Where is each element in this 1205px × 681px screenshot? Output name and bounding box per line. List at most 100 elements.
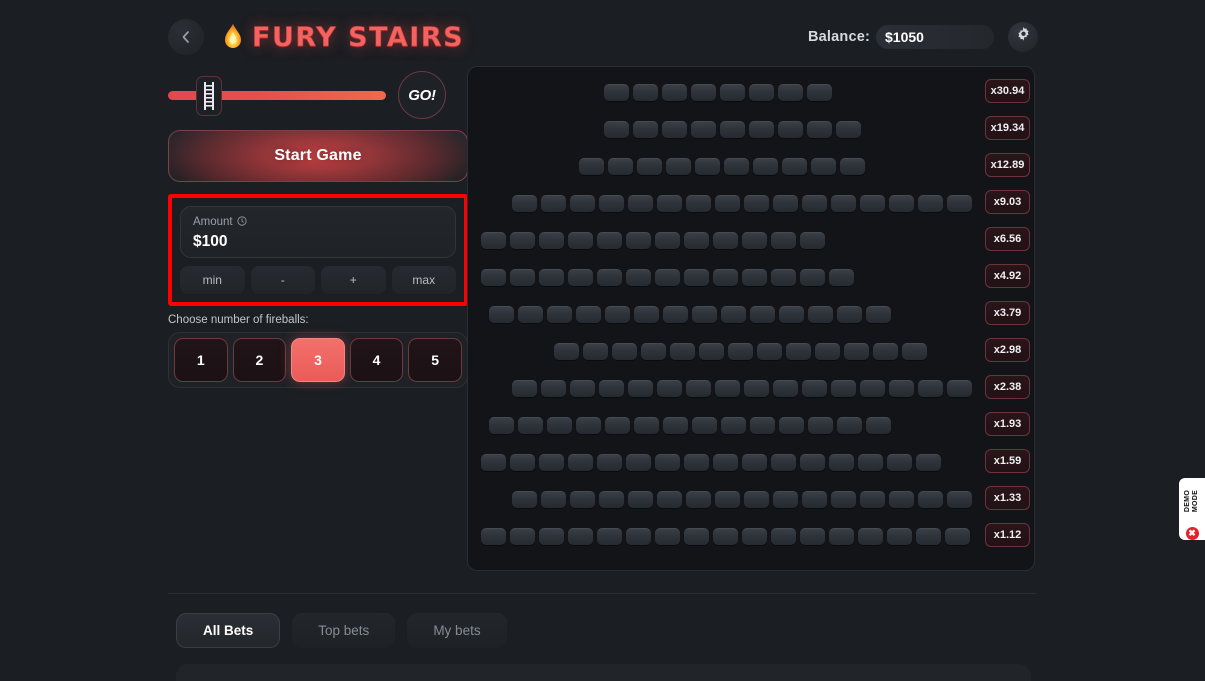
stair-tile[interactable] <box>670 342 695 360</box>
stair-tile[interactable] <box>779 305 804 323</box>
stair-tile[interactable] <box>860 194 885 212</box>
stair-tile[interactable] <box>510 268 535 286</box>
stair-tile[interactable] <box>518 305 543 323</box>
stair-tile[interactable] <box>947 379 972 397</box>
amount-min-button[interactable]: min <box>180 266 245 294</box>
stair-tile[interactable] <box>599 379 624 397</box>
stair-tile[interactable] <box>807 83 832 101</box>
stair-tile[interactable] <box>831 194 856 212</box>
stair-tile[interactable] <box>918 194 943 212</box>
stair-tile[interactable] <box>724 157 749 175</box>
stair-tile[interactable] <box>771 453 796 471</box>
stair-tile[interactable] <box>802 379 827 397</box>
stair-tile[interactable] <box>628 194 653 212</box>
stair-tile[interactable] <box>715 194 740 212</box>
stair-tile[interactable] <box>634 305 659 323</box>
amount-increment-button[interactable]: + <box>321 266 386 294</box>
stair-tile[interactable] <box>568 453 593 471</box>
stair-tile[interactable] <box>742 527 767 545</box>
stair-tile[interactable] <box>570 379 595 397</box>
stair-tile[interactable] <box>742 268 767 286</box>
bets-tab-all-bets[interactable]: All Bets <box>176 613 281 648</box>
stair-tile[interactable] <box>840 157 865 175</box>
stair-tile[interactable] <box>800 453 825 471</box>
stair-tile[interactable] <box>628 379 653 397</box>
stair-tile[interactable] <box>858 527 883 545</box>
stair-tile[interactable] <box>715 490 740 508</box>
stair-tile[interactable] <box>744 490 769 508</box>
stair-tile[interactable] <box>662 120 687 138</box>
stair-tile[interactable] <box>568 231 593 249</box>
bets-tab-my-bets[interactable]: My bets <box>407 613 507 648</box>
stair-tile[interactable] <box>889 194 914 212</box>
stair-tile[interactable] <box>837 305 862 323</box>
stair-tile[interactable] <box>889 379 914 397</box>
stair-tile[interactable] <box>539 231 564 249</box>
stair-tile[interactable] <box>720 83 745 101</box>
stair-tile[interactable] <box>744 379 769 397</box>
stair-tile[interactable] <box>800 527 825 545</box>
stair-tile[interactable] <box>945 527 970 545</box>
stair-tile[interactable] <box>684 268 709 286</box>
stair-tile[interactable] <box>786 342 811 360</box>
stair-tile[interactable] <box>626 268 651 286</box>
stair-tile[interactable] <box>831 490 856 508</box>
stair-tile[interactable] <box>778 83 803 101</box>
stair-tile[interactable] <box>889 490 914 508</box>
stair-tile[interactable] <box>773 490 798 508</box>
stair-tile[interactable] <box>918 490 943 508</box>
demo-mode-badge[interactable]: DEMO MODE ✖ <box>1179 478 1205 540</box>
stair-tile[interactable] <box>684 453 709 471</box>
stair-tile[interactable] <box>541 490 566 508</box>
fireball-option-5[interactable]: 5 <box>408 338 462 382</box>
stair-tile[interactable] <box>692 305 717 323</box>
fireball-option-2[interactable]: 2 <box>232 338 287 382</box>
stair-tile[interactable] <box>866 416 891 434</box>
stair-tile[interactable] <box>510 527 535 545</box>
stair-tile[interactable] <box>684 527 709 545</box>
fireball-option-4[interactable]: 4 <box>349 338 404 382</box>
stair-tile[interactable] <box>512 379 537 397</box>
stair-tile[interactable] <box>699 342 724 360</box>
stair-tile[interactable] <box>742 231 767 249</box>
stair-tile[interactable] <box>750 416 775 434</box>
stair-tile[interactable] <box>844 342 869 360</box>
stair-tile[interactable] <box>771 527 796 545</box>
stair-tile[interactable] <box>539 453 564 471</box>
stair-tile[interactable] <box>576 416 601 434</box>
stair-tile[interactable] <box>713 231 738 249</box>
stair-tile[interactable] <box>605 416 630 434</box>
stair-tile[interactable] <box>579 157 604 175</box>
stair-tile[interactable] <box>512 490 537 508</box>
stair-tile[interactable] <box>547 416 572 434</box>
stair-tile[interactable] <box>858 453 883 471</box>
stair-tile[interactable] <box>947 490 972 508</box>
stair-tile[interactable] <box>918 379 943 397</box>
stair-tile[interactable] <box>713 527 738 545</box>
stair-tile[interactable] <box>655 231 680 249</box>
stair-tile[interactable] <box>657 490 682 508</box>
stair-tile[interactable] <box>489 305 514 323</box>
go-button[interactable]: GO! <box>398 71 446 119</box>
bet-slider[interactable] <box>168 70 386 120</box>
stair-tile[interactable] <box>773 194 798 212</box>
stair-tile[interactable] <box>655 268 680 286</box>
stair-tile[interactable] <box>633 120 658 138</box>
settings-button[interactable] <box>1008 22 1038 52</box>
stair-tile[interactable] <box>583 342 608 360</box>
stair-tile[interactable] <box>836 120 861 138</box>
stair-tile[interactable] <box>808 416 833 434</box>
stair-tile[interactable] <box>686 490 711 508</box>
stair-tile[interactable] <box>655 527 680 545</box>
stair-tile[interactable] <box>916 527 941 545</box>
stair-tile[interactable] <box>782 157 807 175</box>
stair-tile[interactable] <box>860 490 885 508</box>
stair-tile[interactable] <box>811 157 836 175</box>
stair-tile[interactable] <box>773 379 798 397</box>
stair-tile[interactable] <box>541 379 566 397</box>
stair-tile[interactable] <box>829 268 854 286</box>
stair-tile[interactable] <box>721 416 746 434</box>
stair-tile[interactable] <box>800 231 825 249</box>
stair-tile[interactable] <box>750 305 775 323</box>
stair-tile[interactable] <box>947 194 972 212</box>
